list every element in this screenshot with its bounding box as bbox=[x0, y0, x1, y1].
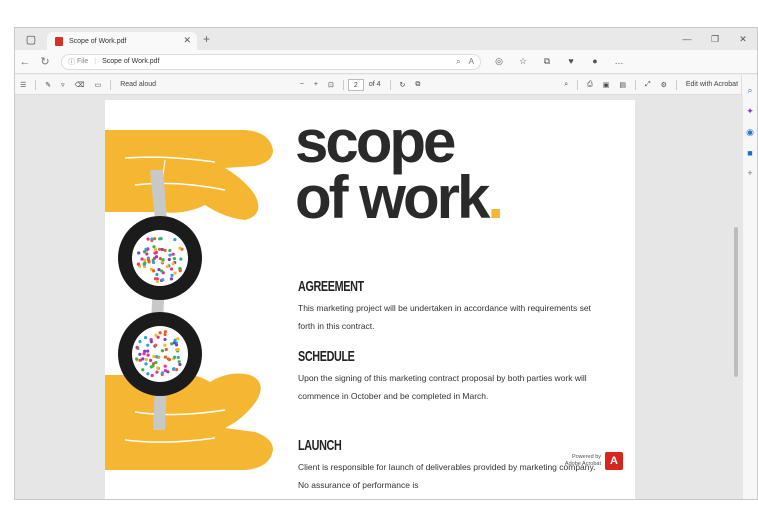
section-heading: Agreement bbox=[298, 278, 364, 295]
extensions-icon[interactable]: ◎ bbox=[487, 56, 511, 67]
zoom-icon[interactable]: ⌕ bbox=[456, 57, 460, 67]
browser-window: ▢ Scope of Work.pdf ✕ + — ❐ ✕ ← ↻ ⓘ File… bbox=[14, 27, 758, 500]
tab-actions-icon[interactable]: ▢ bbox=[23, 31, 39, 47]
section-heading: Schedule bbox=[298, 348, 355, 365]
pdf-file-icon bbox=[55, 36, 63, 46]
scrollbar-thumb[interactable] bbox=[734, 227, 738, 377]
hands-illustration bbox=[105, 130, 273, 470]
close-window-icon[interactable]: ✕ bbox=[729, 34, 757, 45]
print-icon[interactable]: ⎙ bbox=[587, 81, 593, 89]
browser-toolbar-icons: ◎ ☆ ⧉ ♥ ● … bbox=[487, 56, 631, 67]
sidebar-outlook-icon[interactable]: ■ bbox=[742, 148, 757, 158]
read-aloud-button[interactable]: Read aloud bbox=[120, 81, 156, 88]
back-icon[interactable]: ← bbox=[15, 56, 35, 68]
url-text: Scope of Work.pdf bbox=[102, 58, 160, 65]
section-body: Upon the signing of this marketing contr… bbox=[298, 373, 587, 401]
title-line-2: of work bbox=[295, 164, 490, 231]
settings-icon[interactable]: ⚙ bbox=[661, 81, 667, 89]
page-total: of 4 bbox=[368, 81, 381, 88]
page-view-icon[interactable]: ⧉ bbox=[415, 81, 420, 89]
maximize-icon[interactable]: ❐ bbox=[701, 34, 729, 45]
favorites-star-icon[interactable]: ☆ bbox=[511, 56, 535, 67]
page-number-input[interactable]: 2 bbox=[347, 78, 364, 91]
section-body: Client is responsible for launch of deli… bbox=[298, 462, 596, 490]
section-body: This marketing project will be undertake… bbox=[298, 303, 591, 331]
file-scheme-label: File bbox=[76, 58, 89, 65]
sidebar-search-icon[interactable]: ⌕ bbox=[742, 85, 757, 96]
title-dot: . bbox=[487, 164, 504, 231]
contents-icon[interactable]: ☰ bbox=[20, 81, 26, 89]
draw-icon[interactable]: ✎ bbox=[45, 81, 51, 89]
read-aloud-icon[interactable]: A bbox=[469, 57, 474, 67]
pdf-page: scope of work. Agreement This marketing … bbox=[105, 100, 635, 499]
more-options-icon[interactable]: … bbox=[607, 56, 631, 67]
info-icon[interactable]: ⓘ bbox=[68, 57, 75, 67]
vertical-scrollbar[interactable] bbox=[733, 97, 739, 499]
refresh-icon[interactable]: ↻ bbox=[35, 55, 55, 68]
edge-sidebar: ⌕ ✦ ◉ ■ + bbox=[741, 75, 757, 499]
tab-strip: ▢ Scope of Work.pdf ✕ + — ❐ ✕ bbox=[15, 28, 757, 50]
address-bar-row: ← ↻ ⓘ File | Scope of Work.pdf ⌕ A ◎ ☆ ⧉… bbox=[15, 50, 757, 74]
pdf-viewer: scope of work. Agreement This marketing … bbox=[15, 95, 743, 499]
edit-with-acrobat-button[interactable]: Edit with Acrobat bbox=[686, 81, 738, 88]
add-text-icon[interactable]: ▭ bbox=[95, 81, 102, 89]
document-title: scope of work. bbox=[295, 108, 504, 228]
powered-by-acrobat: Powered by Adobe Acrobat A bbox=[565, 452, 623, 470]
powered-by-brand: Adobe Acrobat bbox=[564, 461, 601, 467]
sidebar-copilot-icon[interactable]: ✦ bbox=[742, 106, 757, 117]
fit-page-icon[interactable]: ⊡ bbox=[328, 81, 334, 89]
profile-icon[interactable]: ● bbox=[583, 56, 607, 67]
powered-by-label: Powered by bbox=[571, 454, 601, 460]
window-controls: — ❐ ✕ bbox=[673, 28, 757, 50]
save-icon[interactable]: ▣ bbox=[603, 81, 610, 89]
address-bar[interactable]: ⓘ File | Scope of Work.pdf ⌕ A bbox=[61, 53, 481, 70]
new-tab-icon[interactable]: + bbox=[203, 32, 210, 46]
section-heading: Launch bbox=[298, 437, 342, 454]
rotate-icon[interactable]: ↻ bbox=[400, 81, 406, 89]
tab-title: Scope of Work.pdf bbox=[69, 37, 127, 45]
close-tab-icon[interactable]: ✕ bbox=[183, 35, 191, 46]
pdf-toolbar: ☰ ✎ ▿ ⌫ ▭ Read aloud − + ⊡ 2 of 4 ↻ ⧉ ⌕ … bbox=[15, 75, 743, 95]
section-agreement: Agreement This marketing project will be… bbox=[298, 278, 598, 335]
fullscreen-icon[interactable]: ⤢ bbox=[645, 81, 651, 89]
tab-scope-of-work[interactable]: Scope of Work.pdf ✕ bbox=[47, 32, 197, 50]
sidebar-shopping-icon[interactable]: ◉ bbox=[742, 127, 757, 138]
acrobat-logo-icon: A bbox=[605, 452, 623, 470]
highlight-icon[interactable]: ▿ bbox=[61, 81, 65, 89]
browser-essentials-icon[interactable]: ♥ bbox=[559, 56, 583, 67]
section-schedule: Schedule Upon the signing of this market… bbox=[298, 348, 598, 405]
search-icon[interactable]: ⌕ bbox=[564, 81, 568, 89]
zoom-out-icon[interactable]: − bbox=[300, 81, 304, 88]
zoom-in-icon[interactable]: + bbox=[314, 81, 318, 88]
sidebar-add-icon[interactable]: + bbox=[742, 168, 757, 178]
title-line-1: scope bbox=[295, 108, 456, 175]
minimize-icon[interactable]: — bbox=[673, 34, 701, 44]
section-launch: Launch Client is responsible for launch … bbox=[298, 437, 598, 494]
collections-icon[interactable]: ⧉ bbox=[535, 56, 559, 67]
save-as-icon[interactable]: ▤ bbox=[619, 81, 626, 89]
erase-icon[interactable]: ⌫ bbox=[75, 81, 85, 89]
